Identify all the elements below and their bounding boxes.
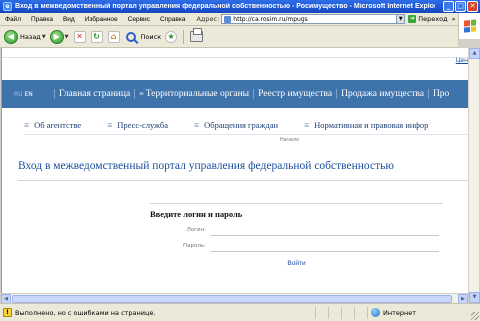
globe-icon [371,308,380,317]
status-cell [328,306,341,319]
go-arrow-icon: ➜ [408,15,417,23]
nav-more[interactable]: Про [427,89,453,99]
address-value: http://ca.rosim.ru/mpugs [233,15,308,23]
home-icon[interactable]: ⌂ [107,30,120,43]
sub-nav: ≡ Об агентстве ≡ Пресс-служба ≡ Обращения г… [2,118,468,132]
subnav-legal[interactable]: ≡ Нормативная и правовая инфор [304,120,428,130]
scroll-up-icon[interactable]: ▲ [469,48,480,59]
menu-tools[interactable]: Сервис [123,16,155,23]
windows-flag-icon [463,19,476,33]
go-label: Переход [418,15,448,23]
security-zone: Интернет [367,306,463,319]
scroll-down-icon[interactable]: ▼ [469,292,480,303]
refresh-icon[interactable]: ↻ [90,30,103,43]
nav-sales[interactable]: Продажа имущества [336,89,428,99]
lang-en[interactable]: EN [24,91,32,98]
search-button[interactable]: Поиск [125,31,162,42]
login-submit-button[interactable]: Войти [150,260,443,267]
subnav-legal-label: Нормативная и правовая инфор [314,120,429,130]
status-cell [341,306,354,319]
title-bar: e Вход в межведомственный портал управле… [0,0,480,13]
top-link[interactable]: Цен [456,57,468,64]
menu-icon: ≡ [304,120,310,130]
login-input[interactable] [210,224,439,236]
horizontal-scroll-thumb[interactable] [12,295,452,303]
subnav-divider [24,134,468,135]
menu-favorites[interactable]: Избранное [80,16,123,23]
menu-view[interactable]: Вид [58,16,80,23]
warning-icon[interactable]: ! [3,308,12,317]
print-icon[interactable] [190,28,204,42]
maximize-button[interactable]: □ [455,1,466,12]
status-cell [354,306,367,319]
subnav-appeals[interactable]: ≡ Обращения граждан [194,120,278,130]
address-input[interactable]: http://ca.rosim.ru/mpugs [221,14,398,24]
status-bar: ! Выполнено, но с ошибками на странице. … [0,303,480,321]
password-input[interactable] [210,240,439,252]
resize-grip[interactable] [471,312,479,320]
back-label[interactable]: Назад [20,33,41,41]
forward-arrow-icon[interactable]: ▶ [49,29,64,44]
page-viewport: Цен RU EN Главная страница ≡ Территориаль… [1,48,468,303]
language-switcher: RU EN [2,91,54,98]
main-nav: RU EN Главная страница ≡ Территориальные … [2,80,468,108]
login-top-divider [150,203,443,204]
login-row: Логин: [150,222,443,238]
nav-territorial[interactable]: ≡ Территориальные органы [134,89,253,99]
lang-ru[interactable]: RU [14,91,23,98]
back-arrow-icon[interactable]: ◀ [4,29,18,44]
menu-bar: Файл Правка Вид Избранное Сервис Справка… [0,13,480,26]
breadcrumb[interactable]: Начало [280,137,299,143]
menu-help[interactable]: Справка [155,16,191,23]
password-row: Пароль: [150,238,443,254]
subnav-press-label: Пресс-служба [117,120,169,130]
back-dropdown-icon[interactable]: ▼ [42,34,46,40]
stop-icon[interactable]: ✕ [73,30,86,43]
login-form: Введите логин и пароль Логин: Пароль: Во… [150,203,443,303]
menu-edit[interactable]: Правка [26,16,58,23]
go-button[interactable]: ➜ Переход [408,15,448,23]
menu-icon: ≡ [107,120,113,130]
close-button[interactable]: ✕ [467,1,478,12]
horizontal-scrollbar[interactable]: ◀ ▶ [1,293,468,304]
minimize-button[interactable]: _ [443,1,454,12]
nav-territorial-label: Территориальные органы [145,89,250,99]
menu-icon: ≡ [24,120,30,130]
toolbar: ◀ Назад ▼ ▶ ▼ ✕ ↻ ⌂ Поиск ★ [0,26,458,48]
links-chevron[interactable]: » [452,15,456,23]
subnav-about-label: Об агентстве [34,120,82,130]
menu-file[interactable]: Файл [0,16,26,23]
login-label: Логин: [186,227,206,233]
status-cells [315,306,367,319]
password-label: Пароль: [183,243,206,249]
forward-dropdown-icon[interactable]: ▼ [65,34,69,40]
page-icon [224,15,232,23]
windows-logo [458,13,480,39]
menu-icon: ≡ [194,120,200,130]
search-label: Поиск [140,32,162,41]
subnav-appeals-label: Обращения граждан [204,120,279,130]
zone-label: Интернет [383,308,417,317]
address-dropdown-button[interactable]: ▼ [397,14,406,24]
ie-icon: e [3,2,12,11]
toolbar-separator [183,29,185,44]
title-divider [18,180,468,181]
subnav-about[interactable]: ≡ Об агентстве [24,120,81,130]
top-divider [2,57,468,58]
vertical-scrollbar[interactable]: ▲ ▼ [468,48,480,303]
address-label: Адрес: [196,15,220,23]
search-icon [125,31,136,42]
subnav-press[interactable]: ≡ Пресс-служба [107,120,168,130]
nav-registry[interactable]: Реестр имущества [253,89,336,99]
nav-home[interactable]: Главная страница [54,89,134,99]
status-cell [315,306,328,319]
favorites-icon[interactable]: ★ [165,30,178,43]
window-controls: _ □ ✕ [443,1,478,12]
status-text: Выполнено, но с ошибками на странице. [15,308,156,317]
page-title: Вход в межведомственный портал управлени… [18,160,394,172]
menu-icon: ≡ [139,89,144,98]
login-heading: Введите логин и пароль [150,209,243,219]
window-title: Вход в межведомственный портал управлени… [15,3,435,10]
